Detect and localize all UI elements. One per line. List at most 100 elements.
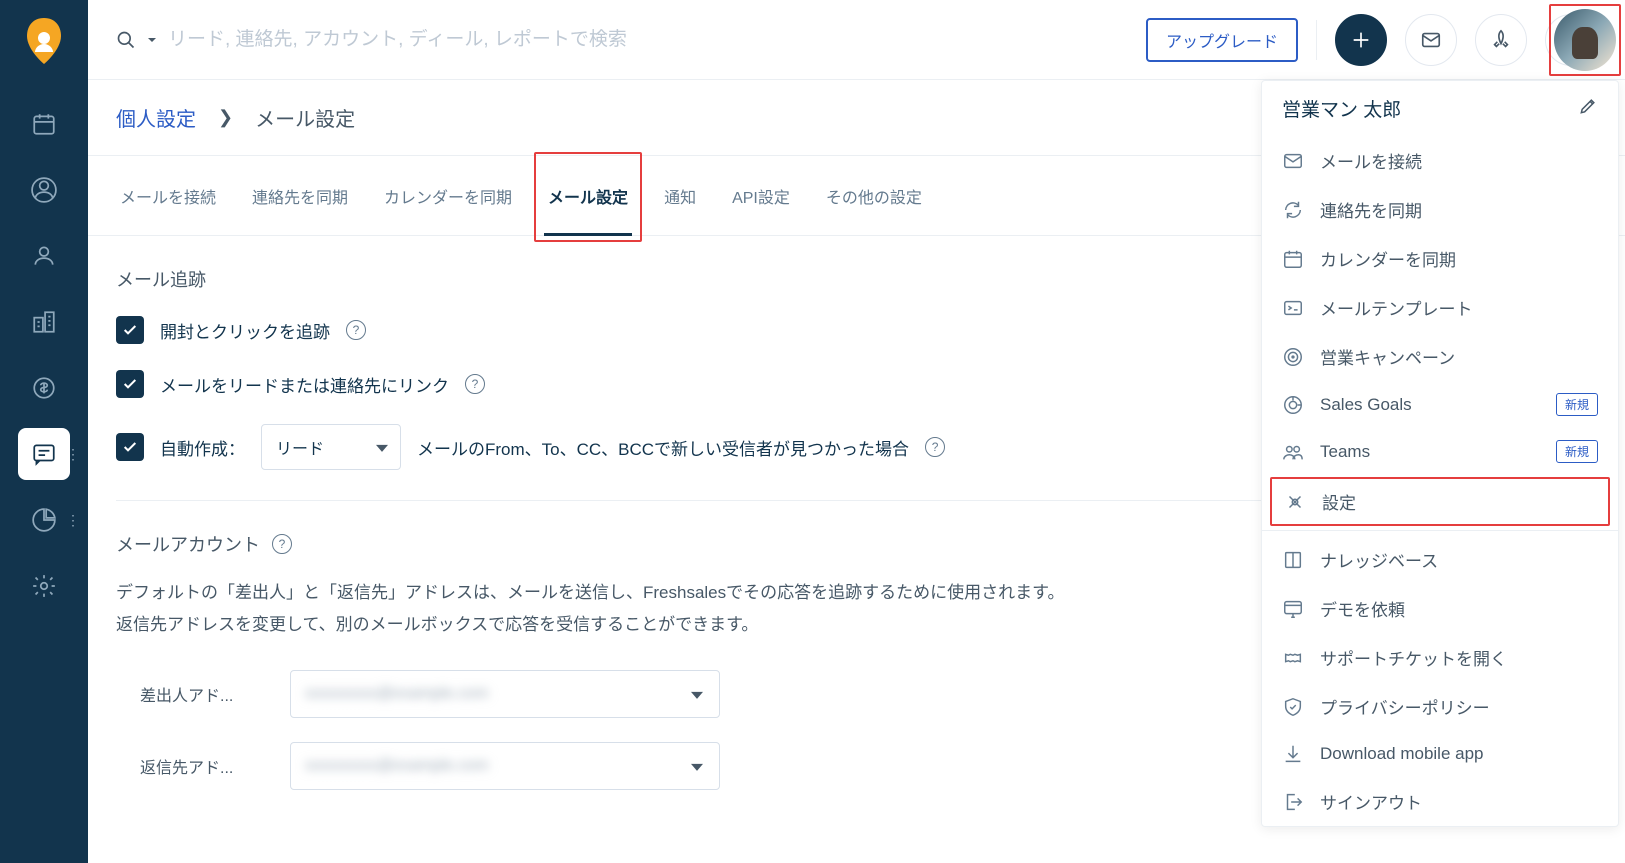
top-bar: アップグレード: [88, 0, 1625, 80]
tab-other-settings[interactable]: その他の設定: [822, 156, 926, 236]
menu-highlight: 設定: [1270, 477, 1610, 526]
calendar-icon: [1282, 248, 1304, 270]
search-area: [116, 29, 1146, 51]
track-opens-label: 開封とクリックを追跡: [160, 318, 330, 343]
menu-item-label: メールテンプレート: [1320, 295, 1473, 320]
profile-name: 営業マン 太郎: [1282, 95, 1401, 122]
sidebar-more-dots-icon: ⋮: [66, 518, 80, 522]
sync-icon: [1282, 199, 1304, 221]
menu-item-calendar[interactable]: カレンダーを同期: [1262, 234, 1618, 283]
menu-item-team[interactable]: Teams 新規: [1262, 428, 1618, 475]
menu-item-label: ナレッジベース: [1320, 547, 1438, 572]
menu-item-mail[interactable]: メールを接続: [1262, 136, 1618, 185]
shield-icon: [1282, 696, 1304, 718]
tab-mail-settings[interactable]: メール設定: [544, 156, 632, 236]
breadcrumb-current: メール設定: [255, 103, 355, 132]
sidebar-contacts[interactable]: [18, 230, 70, 282]
from-address-label: 差出人アド...: [140, 682, 260, 706]
profile-header: 営業マン 太郎: [1262, 81, 1618, 136]
search-input[interactable]: [168, 29, 768, 51]
tab-notifications[interactable]: 通知: [660, 156, 700, 236]
search-dropdown-caret-icon[interactable]: [146, 34, 158, 46]
menu-item-sync[interactable]: 連絡先を同期: [1262, 185, 1618, 234]
auto-create-suffix: メールのFrom、To、CC、BCCで新しい受信者が見つかった場合: [417, 435, 909, 460]
team-icon: [1282, 441, 1304, 463]
reply-address-select[interactable]: xxxxxxxxx@example.com: [290, 742, 720, 790]
sidebar-settings[interactable]: [18, 560, 70, 612]
track-opens-checkbox[interactable]: [116, 316, 144, 344]
menu-item-label: メールを接続: [1320, 148, 1422, 173]
menu-item-label: 設定: [1322, 489, 1356, 514]
reply-address-label: 返信先アド...: [140, 754, 260, 778]
link-mail-checkbox[interactable]: [116, 370, 144, 398]
menu-item-target[interactable]: 営業キャンペーン: [1262, 332, 1618, 381]
menu-item-download[interactable]: Download mobile app: [1262, 731, 1618, 777]
upgrade-button[interactable]: アップグレード: [1146, 18, 1298, 62]
account-section-desc: デフォルトの「差出人」と「返信先」アドレスは、メールを送信し、Freshsale…: [116, 577, 1076, 642]
settings-icon: [1284, 491, 1306, 513]
menu-item-label: サポートチケットを開く: [1320, 645, 1507, 670]
target-icon: [1282, 346, 1304, 368]
menu-item-label: サインアウト: [1320, 789, 1422, 814]
divider: [1262, 530, 1618, 531]
new-badge: 新規: [1556, 393, 1598, 416]
help-icon[interactable]: ?: [465, 374, 485, 394]
menu-item-label: プライバシーポリシー: [1320, 694, 1490, 719]
account-section-title: メールアカウント: [116, 531, 260, 557]
menu-item-goal[interactable]: Sales Goals 新規: [1262, 381, 1618, 428]
sidebar-leads[interactable]: [18, 164, 70, 216]
sidebar-conversations[interactable]: ⋮: [18, 428, 70, 480]
menu-item-signout[interactable]: サインアウト: [1262, 777, 1618, 826]
sidebar-deals[interactable]: [18, 362, 70, 414]
from-address-select[interactable]: xxxxxxxxx@example.com: [290, 670, 720, 718]
search-icon[interactable]: [116, 30, 136, 50]
tab-api-settings[interactable]: API設定: [728, 156, 794, 236]
divider: [1316, 20, 1317, 60]
tab-sync-calendar[interactable]: カレンダーを同期: [380, 156, 516, 236]
left-sidebar: ⋮ ⋮: [0, 0, 88, 863]
menu-item-label: デモを依頼: [1320, 596, 1405, 621]
help-icon[interactable]: ?: [925, 437, 945, 457]
download-icon: [1282, 743, 1304, 765]
auto-create-prefix: 自動作成：: [160, 435, 245, 460]
topbar-right: アップグレード: [1146, 14, 1597, 66]
sidebar-reports[interactable]: ⋮: [18, 494, 70, 546]
menu-item-label: 連絡先を同期: [1320, 197, 1422, 222]
menu-item-label: カレンダーを同期: [1320, 246, 1456, 271]
menu-item-ticket[interactable]: サポートチケットを開く: [1262, 633, 1618, 682]
menu-item-shield[interactable]: プライバシーポリシー: [1262, 682, 1618, 731]
auto-create-select[interactable]: リード: [261, 424, 401, 470]
help-icon[interactable]: ?: [346, 320, 366, 340]
menu-item-template[interactable]: メールテンプレート: [1262, 283, 1618, 332]
chevron-right-icon: ❯: [218, 107, 233, 128]
auto-create-checkbox[interactable]: [116, 433, 144, 461]
help-icon[interactable]: ?: [272, 534, 292, 554]
mail-button[interactable]: [1405, 14, 1457, 66]
sidebar-accounts[interactable]: [18, 296, 70, 348]
demo-icon: [1282, 598, 1304, 620]
menu-item-label: Sales Goals: [1320, 395, 1412, 415]
link-mail-label: メールをリードまたは連絡先にリンク: [160, 372, 449, 397]
breadcrumb-parent[interactable]: 個人設定: [116, 103, 196, 132]
menu-item-label: 営業キャンペーン: [1320, 344, 1455, 369]
signout-icon: [1282, 791, 1304, 813]
app-logo[interactable]: [23, 16, 65, 68]
menu-item-label: Teams: [1320, 442, 1370, 462]
mail-icon: [1282, 150, 1304, 172]
tab-sync-contacts[interactable]: 連絡先を同期: [248, 156, 352, 236]
template-icon: [1282, 297, 1304, 319]
sidebar-more-dots-icon: ⋮: [66, 452, 80, 456]
profile-menu: 営業マン 太郎 メールを接続連絡先を同期カレンダーを同期メールテンプレート営業キ…: [1261, 80, 1619, 827]
menu-item-demo[interactable]: デモを依頼: [1262, 584, 1618, 633]
rocket-button[interactable]: [1475, 14, 1527, 66]
tab-connect-mail[interactable]: メールを接続: [116, 156, 220, 236]
goal-icon: [1282, 394, 1304, 416]
book-icon: [1282, 549, 1304, 571]
new-badge: 新規: [1556, 440, 1598, 463]
user-avatar[interactable]: [1554, 9, 1616, 71]
sidebar-calendar[interactable]: [18, 98, 70, 150]
add-button[interactable]: [1335, 14, 1387, 66]
menu-item-book[interactable]: ナレッジベース: [1262, 535, 1618, 584]
menu-item-settings[interactable]: 設定: [1272, 479, 1608, 524]
edit-profile-button[interactable]: [1578, 96, 1598, 121]
